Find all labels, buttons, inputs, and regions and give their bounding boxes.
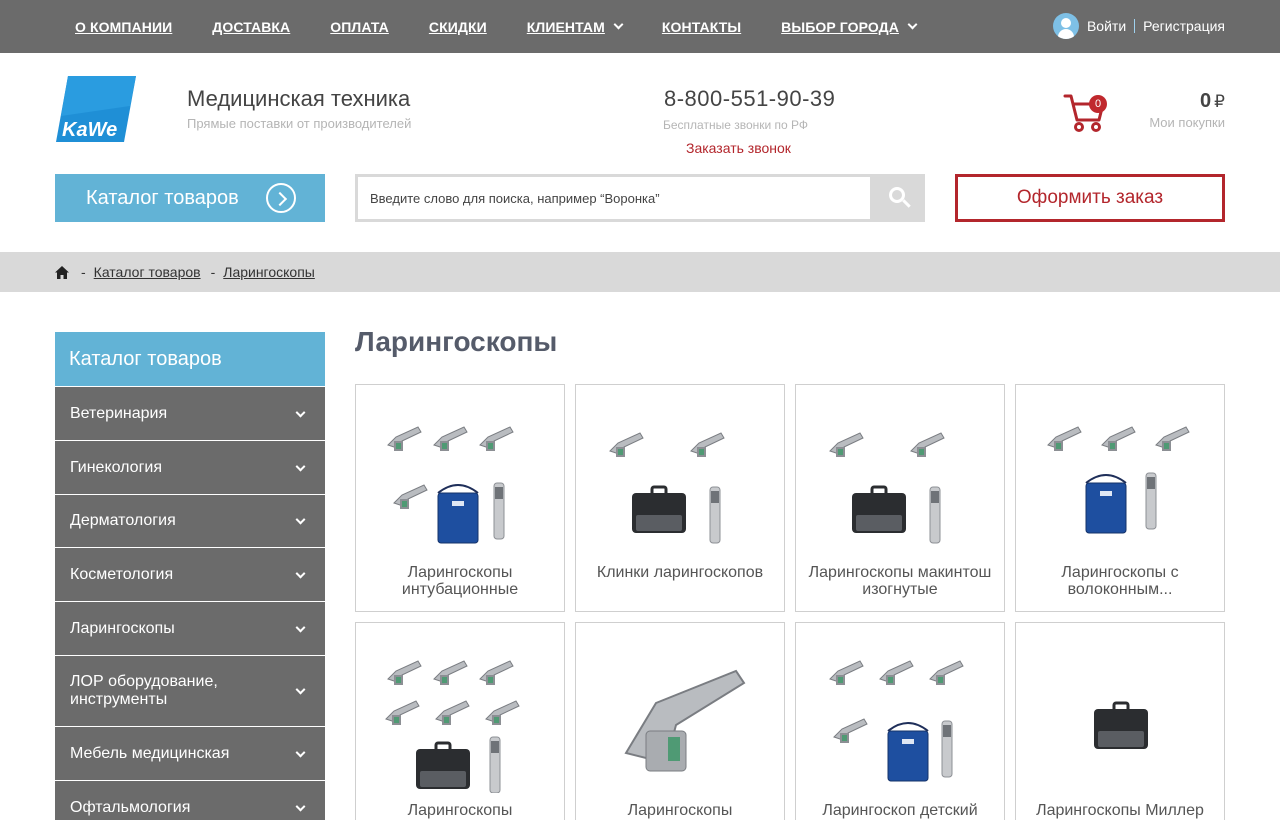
register-link[interactable]: Регистрация	[1143, 18, 1225, 34]
product-card[interactable]: Ларингоскопы	[355, 622, 565, 820]
search-input[interactable]	[358, 177, 870, 219]
product-name: Ларингоскопы Миллер	[1036, 802, 1204, 819]
sidebar-item-cosmetology[interactable]: Косметология	[55, 548, 325, 602]
breadcrumb-separator: -	[81, 264, 86, 280]
product-image	[1047, 426, 1190, 534]
breadcrumb-link-laryngoscopes[interactable]: Ларингоскопы	[223, 264, 315, 280]
product-name: Ларингоскопы макинтош изогнутые	[808, 564, 992, 598]
chevron-down-icon	[295, 407, 306, 418]
chevron-down-icon	[295, 622, 306, 633]
cart-label[interactable]: Мои покупки	[1149, 115, 1225, 130]
chevron-down-icon	[295, 568, 306, 579]
product-name: Ларингоскопы	[407, 802, 513, 819]
sidebar-item-furniture[interactable]: Мебель медицинская	[55, 727, 325, 781]
kawe-logo[interactable]: KaWe	[56, 76, 136, 142]
site-title: Медицинская техника	[187, 86, 411, 111]
product-name: Клинки ларингоскопов	[596, 564, 764, 581]
site-subtitle: Прямые поставки от производителей	[187, 116, 412, 131]
sidebar-item-label: Дерматология	[70, 512, 176, 529]
sidebar-item-label: ЛОР оборудование, инструменты	[70, 673, 218, 708]
chevron-down-icon	[295, 461, 306, 472]
product-card[interactable]: Ларингоскоп детский	[795, 622, 1005, 820]
sidebar-item-veterinary[interactable]: Ветеринария	[55, 387, 325, 441]
sidebar-item-ent[interactable]: ЛОР оборудование, инструменты	[55, 656, 325, 727]
nav-link-payment[interactable]: ОПЛАТА	[330, 19, 389, 35]
chevron-down-icon	[907, 19, 918, 30]
breadcrumb-link-catalog[interactable]: Каталог товаров	[94, 264, 201, 280]
home-icon[interactable]	[55, 265, 69, 279]
product-card[interactable]: Ларингоскопы макинтош изогнутые	[795, 384, 1005, 612]
product-image	[385, 660, 520, 793]
product-card[interactable]: Ларингоскопы	[575, 622, 785, 820]
nav-link-discounts[interactable]: СКИДКИ	[429, 19, 487, 35]
sidebar-title: Каталог товаров	[55, 332, 325, 386]
sidebar-item-label: Мебель медицинская	[70, 744, 230, 762]
sidebar-item-label: Ларингоскопы	[70, 619, 175, 637]
product-card[interactable]: Ларингоскопы интубационные	[355, 384, 565, 612]
product-image	[829, 432, 945, 544]
nav-link-delivery[interactable]: ДОСТАВКА	[212, 19, 290, 35]
breadcrumb: - Каталог товаров - Ларингоскопы	[0, 252, 1280, 292]
nav-link-city-select[interactable]: ВЫБОР ГОРОДА	[781, 19, 918, 35]
divider	[1134, 19, 1136, 33]
checkout-button[interactable]: Оформить заказ	[955, 174, 1225, 222]
chevron-down-icon	[295, 747, 306, 758]
chevron-down-icon	[295, 801, 306, 812]
phone-note: Бесплатные звонки по РФ	[663, 118, 809, 132]
nav-link-contacts[interactable]: КОНТАКТЫ	[662, 19, 741, 35]
catalog-button-label: Каталог товаров	[86, 186, 239, 209]
currency-sign: ₽	[1214, 92, 1225, 111]
product-image	[624, 669, 746, 772]
product-card[interactable]: Ларингоскопы Миллер	[1015, 622, 1225, 820]
chevron-down-icon	[295, 684, 306, 695]
sidebar-item-ophthalmology[interactable]: Офтальмология	[55, 781, 325, 820]
product-card[interactable]: Клинки ларингоскопов	[575, 384, 785, 612]
breadcrumb-separator: -	[210, 264, 216, 280]
product-image	[829, 660, 964, 782]
auth-links: Войти Регистрация	[1052, 13, 1225, 39]
sidebar-item-laryngoscopes[interactable]: Ларингоскопы	[55, 602, 325, 656]
svg-text:KaWe: KaWe	[62, 119, 117, 141]
search-button[interactable]	[870, 174, 925, 222]
top-navigation-bar: О КОМПАНИИ ДОСТАВКА ОПЛАТА СКИДКИ КЛИЕНТ…	[0, 0, 1280, 53]
product-name: Ларингоскопы с волоконным...	[1061, 564, 1179, 598]
cart-total[interactable]: 0 ₽	[1200, 90, 1225, 113]
product-image	[609, 432, 725, 544]
sidebar-item-label: Офтальмология	[70, 798, 191, 816]
chevron-down-icon	[295, 514, 306, 525]
sidebar-item-label: Косметология	[70, 565, 174, 583]
arrow-right-circle-icon	[266, 183, 296, 213]
search-icon-handle	[902, 199, 911, 208]
product-name: Ларингоскопы	[627, 802, 733, 819]
product-card[interactable]: Ларингоскопы с волоконным...	[1015, 384, 1225, 612]
top-nav: О КОМПАНИИ ДОСТАВКА ОПЛАТА СКИДКИ КЛИЕНТ…	[75, 0, 956, 53]
login-link[interactable]: Войти	[1087, 18, 1126, 34]
product-image	[1092, 701, 1150, 751]
search-box	[355, 174, 925, 222]
cart-count-badge: 0	[1089, 95, 1107, 113]
product-image	[387, 426, 514, 544]
callback-link[interactable]: Заказать звонок	[686, 140, 791, 156]
sidebar-item-gynecology[interactable]: Гинекология	[55, 441, 325, 495]
sidebar-item-label: Ветеринария	[70, 404, 168, 422]
chevron-down-icon	[613, 19, 624, 30]
user-icon	[1052, 13, 1079, 39]
catalog-button[interactable]: Каталог товаров	[55, 174, 325, 222]
cart-total-value: 0	[1200, 90, 1212, 112]
nav-link-clients[interactable]: КЛИЕНТАМ	[527, 19, 624, 35]
sidebar-menu: Ветеринария Гинекология Дерматология Кос…	[55, 387, 325, 820]
product-name: Ларингоскоп детский	[822, 802, 978, 819]
sidebar-item-label: Гинекология	[70, 458, 163, 476]
phone-number[interactable]: 8-800-551-90-39	[664, 86, 835, 112]
product-name: Ларингоскопы интубационные	[401, 564, 519, 598]
page-title: Ларингоскопы	[355, 326, 558, 357]
nav-link-about[interactable]: О КОМПАНИИ	[75, 19, 172, 35]
sidebar-item-dermatology[interactable]: Дерматология	[55, 495, 325, 548]
